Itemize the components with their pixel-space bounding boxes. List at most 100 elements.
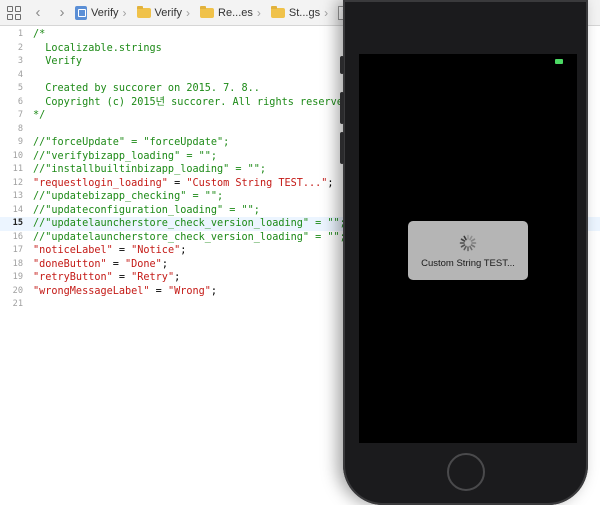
code-token: ;	[180, 245, 187, 256]
code-text: //"updatelauncherstore_check_version_loa…	[33, 217, 346, 231]
breadcrumb-separator-icon: ›	[186, 5, 191, 20]
code-token: Verify	[33, 56, 83, 67]
code-text: //"verifybizapp_loading" = "";	[33, 150, 217, 164]
line-number: 1	[17, 29, 23, 39]
code-token: "Custom String TEST..."	[186, 177, 328, 189]
code-text: //"forceUpdate" = "forceUpdate";	[33, 136, 229, 150]
spinner-petal	[460, 244, 466, 248]
line-number: 16	[12, 231, 23, 242]
code-token: ;	[327, 177, 334, 189]
code-token: "Wrong"	[167, 285, 211, 297]
spinner-petal	[460, 238, 466, 242]
code-text: //"updatebizapp_checking" = "";	[33, 190, 223, 204]
spinner-petal	[470, 238, 476, 242]
breadcrumb-separator-icon: ›	[324, 5, 329, 20]
code-token: "Done"	[125, 258, 162, 270]
code-token: ;	[210, 285, 218, 297]
code-token: //"installbuiltinbizapp_loading" = "";	[33, 164, 267, 175]
code-token: Copyright (c) 2015년 succorer. All rights…	[33, 96, 356, 108]
breadcrumb-separator-icon: ›	[256, 5, 261, 20]
line-number: 11	[12, 164, 23, 174]
home-button[interactable]	[447, 453, 485, 491]
breadcrumb-item[interactable]: St...gs	[270, 5, 320, 19]
code-text: Created by succorer on 2015. 7. 8..	[33, 82, 260, 96]
code-token: =	[106, 258, 126, 270]
mute-switch	[340, 56, 344, 74]
line-number: 7	[17, 110, 23, 120]
breadcrumb-label: Verify	[154, 6, 183, 19]
line-number: 18	[12, 258, 23, 269]
line-number: 5	[17, 83, 23, 93]
breadcrumb-item[interactable]: Re...es	[200, 5, 253, 19]
line-number: 21	[12, 299, 23, 309]
code-token: //"updateconfiguration_loading" = "";	[33, 204, 260, 216]
breadcrumb-label: Re...es	[218, 6, 253, 19]
code-text: /*	[33, 28, 45, 42]
code-token: //"updatelauncherstore_check_version_loa…	[33, 218, 346, 229]
code-token: "retryButton"	[33, 272, 113, 283]
code-token: =	[149, 285, 168, 297]
code-token: //"forceUpdate" = "forceUpdate";	[33, 137, 230, 148]
code-text: "wrongMessageLabel" = "Wrong";	[33, 285, 217, 299]
line-number: 13	[12, 191, 23, 201]
breadcrumb-label: Verify	[91, 6, 119, 19]
code-token: "Notice"	[131, 245, 181, 256]
loading-hud: Custom String TEST...	[408, 221, 528, 280]
line-number: 14	[12, 204, 23, 215]
line-number: 19	[12, 272, 23, 282]
line-number: 2	[17, 42, 23, 53]
code-token: ;	[161, 258, 168, 270]
volume-down-button	[340, 132, 344, 164]
code-token: Localizable.strings	[33, 42, 162, 54]
code-text: //"updateconfiguration_loading" = "";	[33, 204, 260, 218]
code-token: "noticeLabel"	[33, 245, 113, 256]
code-token: "wrongMessageLabel"	[33, 285, 150, 297]
code-token: ;	[174, 272, 181, 283]
code-token: "doneButton"	[33, 258, 107, 270]
line-number: 20	[12, 285, 23, 296]
project-icon	[75, 5, 87, 20]
line-number: 4	[17, 69, 23, 80]
line-number: 3	[17, 56, 23, 66]
volume-up-button	[340, 92, 344, 124]
line-number: 12	[12, 177, 23, 188]
code-text: "requestlogin_loading" = "Custom String …	[33, 177, 334, 191]
code-text: Localizable.strings	[33, 42, 162, 56]
forward-arrow-icon[interactable]: ›	[55, 0, 69, 26]
code-token: =	[112, 245, 132, 256]
code-text: "noticeLabel" = "Notice";	[33, 244, 186, 258]
spinner-petal	[463, 235, 467, 241]
spinner-petal	[470, 244, 476, 248]
code-token: */	[33, 110, 46, 121]
code-text: "retryButton" = "Retry";	[33, 271, 180, 285]
line-number: 9	[17, 137, 23, 147]
breadcrumb-item[interactable]: Verify	[136, 5, 183, 19]
hud-message: Custom String TEST...	[421, 258, 515, 269]
spinner-petal	[469, 235, 473, 241]
code-token: "Retry"	[131, 272, 175, 283]
code-text: Copyright (c) 2015년 succorer. All rights…	[33, 96, 355, 110]
folder-icon	[200, 5, 215, 18]
spinner-petal	[463, 245, 467, 251]
code-text: Verify	[33, 55, 82, 69]
code-token: =	[167, 177, 187, 189]
line-number: 6	[17, 96, 23, 107]
folder-icon	[270, 5, 285, 18]
line-number: 15	[12, 218, 23, 228]
related-items-grid-icon[interactable]	[7, 5, 21, 20]
activity-spinner-icon	[459, 234, 477, 252]
battery-icon	[555, 59, 563, 64]
code-token: "requestlogin_loading"	[33, 177, 168, 189]
line-number: 8	[17, 123, 23, 134]
code-token: //"verifybizapp_loading" = "";	[33, 150, 218, 162]
breadcrumb-separator-icon: ›	[122, 5, 127, 20]
code-token: //"updatebizapp_checking" = "";	[33, 191, 224, 202]
spinner-petal	[469, 245, 473, 251]
breadcrumb-item[interactable]: Verify	[75, 5, 119, 20]
line-number: 10	[12, 150, 23, 161]
back-arrow-icon[interactable]: ‹	[31, 0, 45, 26]
folder-icon	[136, 5, 151, 18]
code-token: =	[112, 272, 132, 283]
code-token: Created by succorer on 2015. 7. 8..	[33, 83, 260, 94]
code-text: */	[33, 109, 45, 123]
